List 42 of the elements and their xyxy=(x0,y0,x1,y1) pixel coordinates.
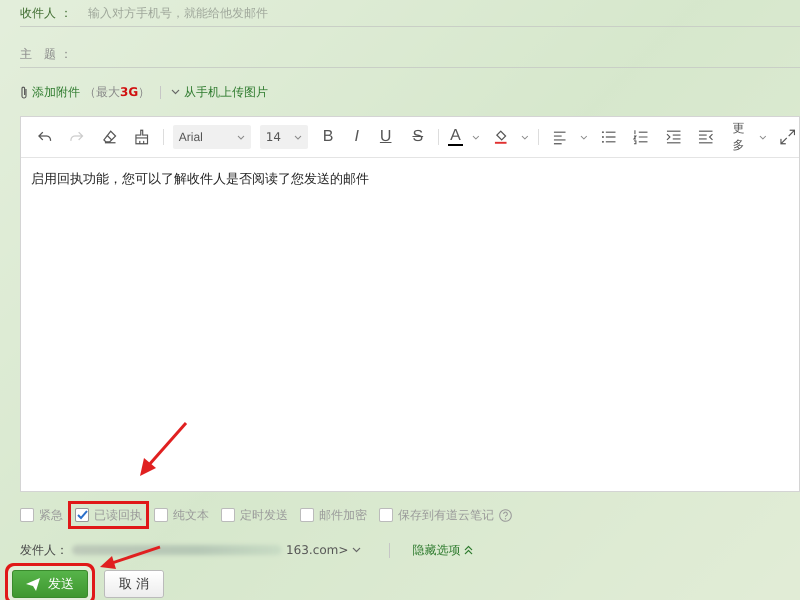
chevron-down-icon[interactable] xyxy=(580,134,588,140)
more-button[interactable]: 更多 xyxy=(726,120,750,154)
chevron-down-icon[interactable] xyxy=(758,134,767,140)
font-color-button[interactable]: A xyxy=(448,128,463,146)
underline-button[interactable]: U xyxy=(374,128,398,146)
outdent-icon[interactable] xyxy=(698,129,714,145)
bulleted-list-icon[interactable] xyxy=(600,129,616,145)
action-button[interactable]: 取 消 xyxy=(104,570,164,598)
annotation-arrow xyxy=(140,422,188,476)
attachment-size-note: （最大3G） xyxy=(84,84,150,100)
checkmark-icon xyxy=(76,510,88,520)
sender-label: 发件人： xyxy=(20,542,68,558)
chevron-down-icon[interactable] xyxy=(472,134,480,140)
hide-options-link[interactable]: 隐藏选项 xyxy=(412,542,460,558)
chevron-down-icon xyxy=(294,134,302,140)
indent-icon[interactable] xyxy=(666,129,682,145)
annotation-arrow xyxy=(100,546,160,569)
bold-button[interactable]: B xyxy=(316,128,340,146)
chevron-down-icon[interactable] xyxy=(352,547,362,553)
subject-label: 主 题 ： xyxy=(20,46,73,62)
fill-color-icon[interactable] xyxy=(492,129,508,145)
paperclip-icon xyxy=(20,86,28,98)
font-family-select[interactable]: Arial xyxy=(172,125,251,149)
numbered-list-icon[interactable] xyxy=(633,129,649,145)
paint-brush-icon[interactable] xyxy=(134,129,150,145)
expand-icon[interactable] xyxy=(780,129,796,145)
paper-plane-icon xyxy=(26,578,40,590)
eraser-icon[interactable] xyxy=(102,129,118,145)
chevron-down-icon[interactable] xyxy=(520,134,529,140)
recipient-label: 收件人 ： xyxy=(20,4,73,22)
sender-address: 163.com> xyxy=(286,543,348,557)
italic-button[interactable]: I xyxy=(348,128,365,146)
align-icon[interactable] xyxy=(552,129,568,145)
strikethrough-button[interactable]: S xyxy=(406,128,430,146)
chevron-down-icon xyxy=(236,134,245,140)
double-chevron-up-icon[interactable] xyxy=(464,545,474,555)
font-size-select[interactable]: 14 xyxy=(260,125,308,149)
chevron-down-icon[interactable] xyxy=(171,89,180,95)
message-body-text[interactable]: 启用回执功能，您可以了解收件人是否阅读了您发送的邮件 xyxy=(21,158,799,491)
upload-from-phone-link[interactable]: 从手机上传图片 xyxy=(184,84,268,100)
add-attachment-link[interactable]: 添加附件 xyxy=(32,84,80,100)
recipient-field[interactable]: 输入对方手机号，就能给他发邮件 xyxy=(86,5,800,21)
